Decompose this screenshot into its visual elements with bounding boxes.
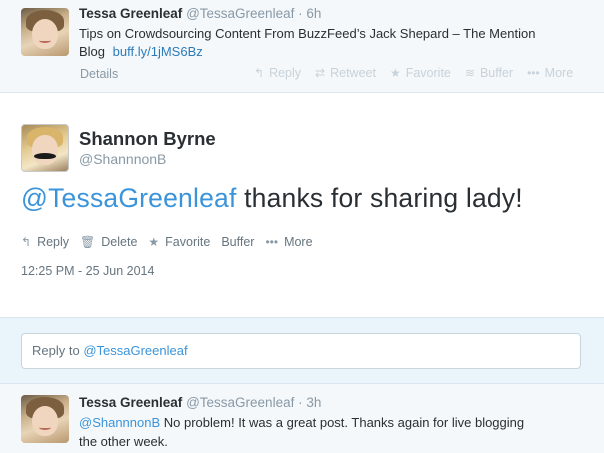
more-label: More xyxy=(544,66,574,80)
favorite-action[interactable]: ★ Favorite xyxy=(148,235,210,249)
delete-label: Delete xyxy=(101,235,138,249)
buffer-action[interactable]: ≋ Buffer xyxy=(465,66,513,80)
tweet-text: Tips on Crowdsourcing Content From BuzzF… xyxy=(79,25,589,61)
favorite-action[interactable]: ★ Favorite xyxy=(390,66,451,80)
reply-area: Reply to @TessaGreenleaf xyxy=(0,317,604,384)
avatar-face xyxy=(31,405,59,437)
reply-label: Reply xyxy=(269,66,302,80)
tweet-text: @TessaGreenleaf thanks for sharing lady! xyxy=(21,183,523,214)
tweet-bottom[interactable]: Tessa Greenleaf @TessaGreenleaf · 3h @Sh… xyxy=(0,384,604,453)
tweet-text-line1: Tips on Crowdsourcing Content From BuzzF… xyxy=(79,26,536,41)
more-action[interactable]: ••• More xyxy=(527,66,573,80)
avatar-smile xyxy=(39,425,51,430)
buffer-icon: ≋ xyxy=(464,66,475,80)
tweet-actions: ↰ Reply ⇄ Retweet ★ Favorite ≋ Buffer ••• Mor… xyxy=(254,66,587,80)
mustache-icon xyxy=(33,152,57,160)
separator: · xyxy=(298,6,303,21)
reply-input[interactable]: Reply to @TessaGreenleaf xyxy=(21,333,581,369)
tweet-text-line2: Blog xyxy=(79,44,106,59)
tweet-actions: ↰ Reply 🗑︎ Delete ★ Favorite Buffer ••• More xyxy=(21,235,324,249)
reply-action[interactable]: ↰ Reply xyxy=(21,235,69,249)
avatar[interactable] xyxy=(21,395,69,443)
tweet-time[interactable]: 6h xyxy=(306,6,321,21)
avatar[interactable] xyxy=(21,8,69,56)
mention-link[interactable]: @ShannnonB xyxy=(79,415,160,430)
details-link[interactable]: Details xyxy=(80,67,118,81)
tweet-text-line1: No problem! It was a great post. Thanks … xyxy=(160,415,525,430)
tweet-timestamp[interactable]: 12:25 PM - 25 Jun 2014 xyxy=(21,264,154,278)
retweet-label: Retweet xyxy=(330,66,376,80)
tweet-top[interactable]: Tessa Greenleaf @TessaGreenleaf · 6h Tip… xyxy=(0,0,604,93)
buffer-action[interactable]: Buffer xyxy=(221,235,254,249)
favorite-label: Favorite xyxy=(165,235,211,249)
avatar-face xyxy=(32,135,58,165)
reply-mention: @TessaGreenleaf xyxy=(83,343,188,358)
tweet-time[interactable]: 3h xyxy=(306,395,321,410)
mention-link[interactable]: @TessaGreenleaf xyxy=(21,183,237,213)
retweet-action[interactable]: ⇄ Retweet xyxy=(315,66,376,80)
avatar[interactable] xyxy=(21,124,69,172)
trash-icon: 🗑︎ xyxy=(80,235,96,249)
avatar-face xyxy=(31,18,59,50)
more-label: More xyxy=(284,235,313,249)
star-icon: ★ xyxy=(389,66,401,80)
author-handle[interactable]: @ShannnonB xyxy=(79,151,166,167)
author-name[interactable]: Shannon Byrne xyxy=(79,128,216,150)
separator: · xyxy=(298,395,303,410)
delete-action[interactable]: 🗑︎ Delete xyxy=(80,235,137,249)
tweet-body: thanks for sharing lady! xyxy=(236,183,523,213)
author-name[interactable]: Tessa Greenleaf xyxy=(79,6,182,21)
tweet-text-line2: the other week. xyxy=(79,434,168,449)
avatar-smile xyxy=(39,38,51,43)
reply-action[interactable]: ↰ Reply xyxy=(254,66,301,80)
star-icon: ★ xyxy=(148,235,160,249)
buffer-label: Buffer xyxy=(221,235,255,249)
more-icon: ••• xyxy=(527,66,540,80)
author-name[interactable]: Tessa Greenleaf xyxy=(79,395,182,410)
reply-prefix: Reply to xyxy=(32,343,84,358)
tweet-text: @ShannnonB No problem! It was a great po… xyxy=(79,413,594,451)
tweet-text-line2-row: Blog buff.ly/1jMS6Bz xyxy=(79,43,589,61)
reply-label: Reply xyxy=(37,235,70,249)
author-handle[interactable]: @TessaGreenleaf xyxy=(186,395,294,410)
buffer-label: Buffer xyxy=(479,66,514,80)
tweet-header: Tessa Greenleaf @TessaGreenleaf · 3h xyxy=(79,395,321,410)
tweet-text-line1-row: @ShannnonB No problem! It was a great po… xyxy=(79,413,594,432)
more-icon: ••• xyxy=(265,235,279,249)
retweet-icon: ⇄ xyxy=(315,66,326,80)
favorite-label: Favorite xyxy=(405,66,451,80)
author-handle[interactable]: @TessaGreenleaf xyxy=(186,6,294,21)
more-action[interactable]: ••• More xyxy=(265,235,312,249)
tweet-link[interactable]: buff.ly/1jMS6Bz xyxy=(113,44,203,59)
reply-icon: ↰ xyxy=(254,66,265,80)
reply-icon: ↰ xyxy=(21,235,32,249)
tweet-header: Tessa Greenleaf @TessaGreenleaf · 6h xyxy=(79,6,321,21)
